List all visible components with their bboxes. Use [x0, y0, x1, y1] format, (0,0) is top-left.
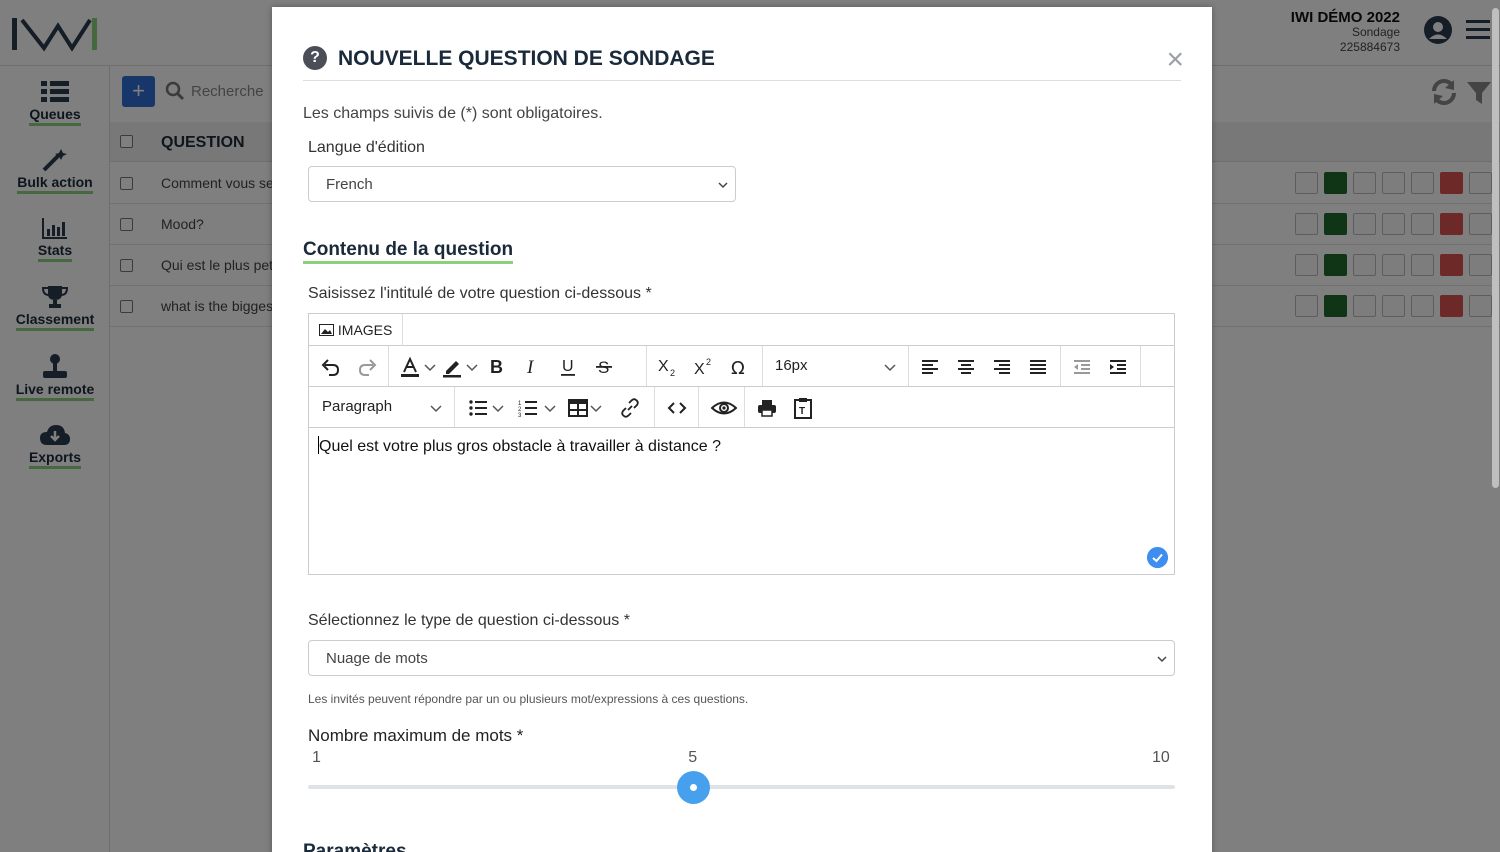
slider-value-label: 5 — [688, 749, 698, 766]
list-group: 1 2 3 — [455, 387, 655, 427]
section-title-params: Paramètres — [303, 841, 407, 852]
svg-text:2: 2 — [706, 357, 711, 367]
svg-text:3: 3 — [518, 413, 522, 419]
rich-text-editor: IMAGES B I U X 2 X 2 Ω 16px Paragraph 1 … — [308, 313, 1175, 575]
max-words-label: Nombre maximum de mots * — [308, 726, 524, 745]
chevron-down-icon[interactable] — [589, 397, 603, 419]
subscript-icon[interactable]: X 2 — [657, 356, 679, 378]
svg-text:U: U — [562, 358, 574, 375]
chevron-down-icon — [718, 182, 728, 189]
check-circle-icon — [1147, 547, 1168, 568]
text-color-icon[interactable] — [399, 356, 421, 378]
block-format-value: Paragraph — [322, 398, 393, 415]
bullet-list-icon[interactable] — [467, 397, 489, 419]
modal-title: NOUVELLE QUESTION DE SONDAGE — [338, 47, 715, 70]
slider-min-label: 1 — [312, 749, 321, 766]
question-type-label: Sélectionnez le type de question ci-dess… — [308, 612, 630, 629]
code-group — [655, 387, 699, 427]
svg-text:B: B — [490, 357, 503, 377]
svg-text:T: T — [799, 406, 805, 417]
language-label: Langue d'édition — [308, 139, 425, 156]
question-type-select[interactable]: Nuage de mots — [308, 640, 1175, 676]
chevron-down-icon — [884, 364, 896, 372]
image-icon — [319, 324, 334, 336]
strikethrough-icon[interactable]: S — [593, 356, 615, 378]
text-style-group: B I U S — [389, 346, 647, 386]
highlight-icon[interactable] — [441, 356, 463, 378]
code-icon[interactable] — [666, 397, 688, 419]
italic-icon[interactable]: I — [521, 356, 543, 378]
svg-text:I: I — [526, 357, 535, 378]
script-group: X 2 X 2 Ω — [647, 346, 763, 386]
preview-eye-icon[interactable] — [711, 397, 737, 419]
table-icon[interactable] — [567, 397, 589, 419]
max-words-slider-thumb[interactable] — [676, 771, 710, 804]
divider — [303, 80, 1181, 81]
alignment-group — [909, 346, 1061, 386]
scrollbar-thumb[interactable] — [1492, 8, 1499, 488]
required-note: Les champs suivis de (*) sont obligatoir… — [303, 105, 603, 122]
font-size-value: 16px — [775, 357, 808, 374]
chevron-down-icon — [1157, 656, 1167, 663]
close-button[interactable]: × — [1166, 45, 1184, 75]
block-format-select[interactable]: Paragraph — [309, 387, 455, 427]
indent-icon[interactable] — [1107, 356, 1129, 378]
chevron-down-icon[interactable] — [465, 356, 479, 378]
align-justify-icon[interactable] — [1027, 356, 1049, 378]
question-type-hint: Les invités peuvent répondre par un ou p… — [308, 692, 749, 706]
font-size-select[interactable]: 16px — [763, 346, 909, 386]
align-left-icon[interactable] — [919, 356, 941, 378]
chevron-down-icon[interactable] — [491, 397, 505, 419]
chevron-down-icon[interactable] — [423, 356, 437, 378]
chevron-down-icon — [430, 405, 442, 413]
link-icon[interactable] — [619, 397, 641, 419]
editor-toolbar-formatting: B I U S X 2 X — [309, 346, 1174, 387]
editor-top-bar: IMAGES — [309, 314, 1174, 346]
language-select[interactable]: French — [308, 166, 736, 202]
numbered-list-icon[interactable]: 1 2 3 — [517, 397, 539, 419]
question-text-content: Quel est votre plus gros obstacle à trav… — [319, 438, 721, 455]
page-scrollbar[interactable] — [1490, 0, 1500, 852]
print-icon[interactable] — [756, 397, 778, 419]
undo-icon[interactable] — [319, 356, 341, 378]
question-label: Saisissez l'intitulé de votre question c… — [308, 285, 652, 302]
svg-text:X: X — [694, 361, 705, 378]
slider-max-label: 10 — [1152, 749, 1170, 766]
superscript-icon[interactable]: X 2 — [693, 356, 715, 378]
max-words-slider-track[interactable] — [308, 785, 1175, 789]
paste-as-text-icon[interactable]: T — [792, 397, 814, 419]
chevron-down-icon[interactable] — [543, 397, 557, 419]
history-group — [309, 346, 389, 386]
question-type-select-value: Nuage de mots — [326, 650, 428, 667]
svg-text:Ω: Ω — [731, 358, 745, 378]
images-button-label: IMAGES — [337, 322, 393, 338]
section-title-content: Contenu de la question — [303, 239, 514, 264]
redo-icon[interactable] — [357, 356, 379, 378]
special-character-icon[interactable]: Ω — [729, 356, 751, 378]
indent-group — [1061, 346, 1141, 386]
svg-text:2: 2 — [670, 368, 675, 378]
language-select-value: French — [326, 176, 373, 193]
editor-content[interactable]: Quel est votre plus gros obstacle à trav… — [318, 436, 721, 456]
editor-toolbar-blocks: Paragraph 1 2 3 T — [309, 387, 1174, 428]
misc-group: T — [745, 387, 825, 427]
outdent-icon[interactable] — [1071, 356, 1093, 378]
underline-icon[interactable]: U — [557, 356, 579, 378]
images-button[interactable]: IMAGES — [309, 314, 404, 346]
svg-text:X: X — [658, 358, 669, 375]
help-icon: ? — [303, 46, 327, 70]
bold-icon[interactable]: B — [485, 356, 507, 378]
align-right-icon[interactable] — [991, 356, 1013, 378]
preview-group — [699, 387, 745, 427]
new-question-modal: ? NOUVELLE QUESTION DE SONDAGE × Les cha… — [272, 7, 1212, 852]
align-center-icon[interactable] — [955, 356, 977, 378]
